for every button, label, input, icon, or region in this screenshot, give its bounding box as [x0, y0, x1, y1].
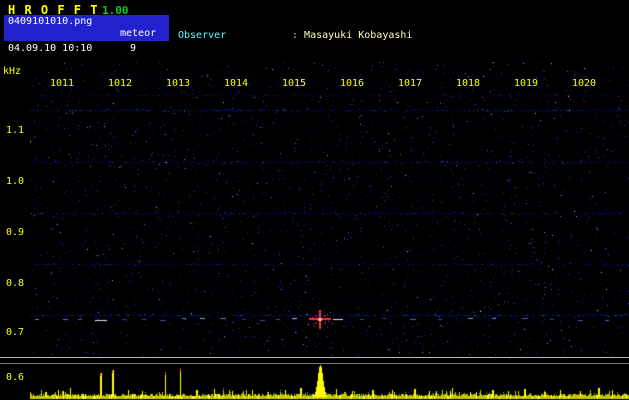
x-tick-1020: 1020: [570, 78, 598, 89]
x-tick-1018: 1018: [454, 78, 482, 89]
info-label: Observer: [178, 29, 292, 42]
mode-label: meteor: [120, 28, 156, 39]
filename-box: 0409101010.png meteor: [4, 15, 169, 41]
x-tick-1012: 1012: [106, 78, 134, 89]
y-tick-1-0: 1.0: [6, 176, 24, 187]
y-tick-0-9: 0.9: [6, 227, 24, 238]
y-tick-0-6: 0.6: [6, 372, 24, 383]
echo-count: 9: [130, 43, 136, 54]
x-tick-1014: 1014: [222, 78, 250, 89]
y-tick-0-8: 0.8: [6, 278, 24, 289]
hrofft-window: { "app": { "title": "H R O F F T", "vers…: [0, 0, 629, 400]
y-axis-unit: kHz: [3, 66, 21, 77]
x-tick-1013: 1013: [164, 78, 192, 89]
separator-line-upper: [0, 357, 629, 358]
info-row-observer: Observer: Masayuki Kobayashi: [178, 29, 587, 42]
x-tick-1017: 1017: [396, 78, 424, 89]
x-tick-1011: 1011: [48, 78, 76, 89]
y-tick-0-7: 0.7: [6, 327, 24, 338]
x-tick-1019: 1019: [512, 78, 540, 89]
signal-level-canvas: [30, 364, 629, 400]
y-tick-1-1: 1.1: [6, 125, 24, 136]
x-tick-1016: 1016: [338, 78, 366, 89]
datetime-label: 04.09.10 10:10: [8, 43, 92, 54]
info-separator: :: [292, 30, 304, 41]
spectrogram-canvas: [30, 62, 629, 356]
x-tick-1015: 1015: [280, 78, 308, 89]
output-filename: 0409101010.png: [8, 16, 92, 27]
info-value: Masayuki Kobayashi: [304, 30, 412, 41]
